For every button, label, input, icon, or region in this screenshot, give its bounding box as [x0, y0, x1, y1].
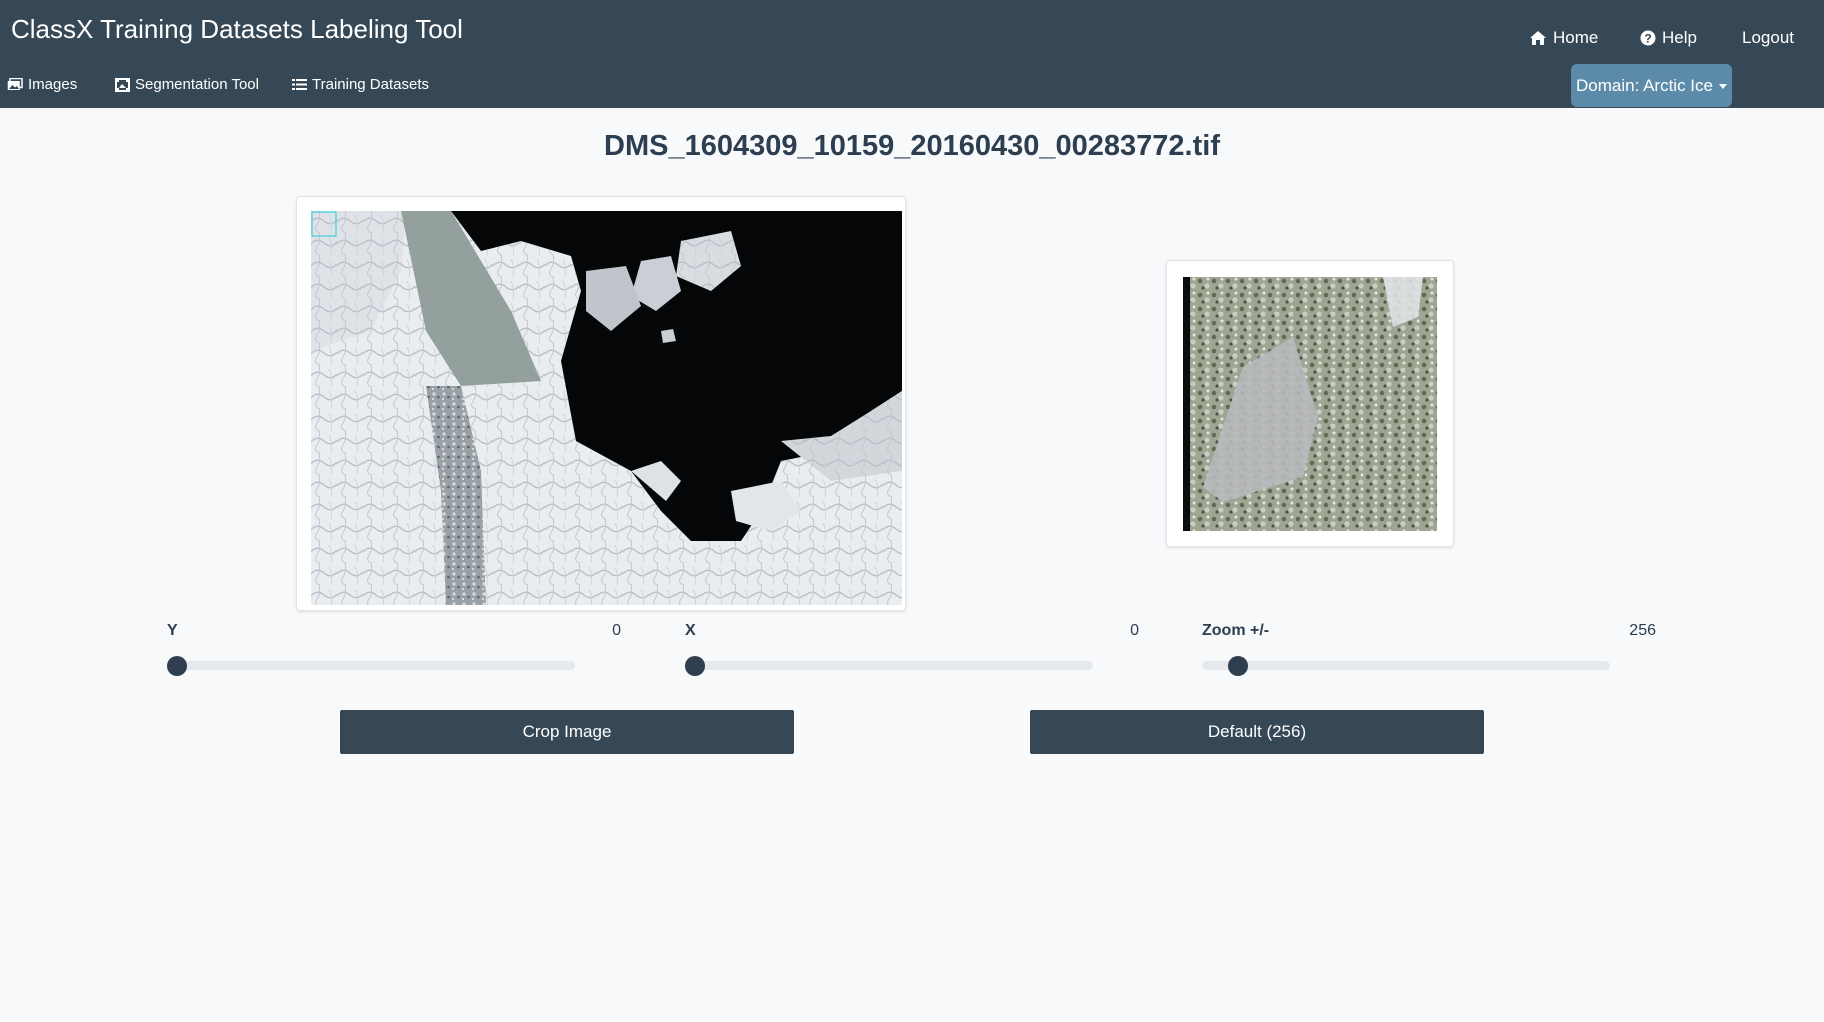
y-slider-track[interactable] — [167, 661, 575, 670]
crop-preview-image — [1183, 277, 1437, 531]
home-link[interactable]: Home — [1529, 28, 1598, 48]
svg-text:?: ? — [1644, 32, 1651, 46]
logout-link[interactable]: Logout — [1742, 28, 1794, 48]
default-zoom-button[interactable]: Default (256) — [1030, 710, 1484, 754]
source-image[interactable] — [311, 211, 902, 605]
x-slider-thumb[interactable] — [685, 656, 705, 676]
zoom-slider-thumb[interactable] — [1228, 656, 1248, 676]
home-icon — [1530, 31, 1546, 45]
zoom-slider-value: 256 — [1629, 622, 1656, 639]
app-title[interactable]: ClassX Training Datasets Labeling Tool — [11, 14, 463, 45]
help-icon: ? — [1640, 30, 1656, 46]
zoom-slider-track[interactable] — [1202, 661, 1610, 670]
nav-images[interactable]: Images — [7, 76, 77, 93]
domain-dropdown[interactable]: Domain: Arctic Ice — [1571, 64, 1732, 107]
nav-training-label: Training Datasets — [312, 76, 429, 93]
crop-image-button[interactable]: Crop Image — [340, 710, 794, 754]
crop-preview-card — [1166, 260, 1454, 547]
zoom-slider-label: Zoom +/- — [1202, 622, 1270, 639]
y-slider-value: 0 — [612, 622, 621, 639]
image-filename-title: DMS_1604309_10159_20160430_00283772.tif — [604, 130, 1220, 162]
home-label: Home — [1553, 28, 1599, 47]
x-slider-label: X — [685, 622, 696, 639]
list-icon — [292, 79, 307, 90]
y-slider-thumb[interactable] — [167, 656, 187, 676]
x-slider-value: 0 — [1130, 622, 1139, 639]
source-image-card — [296, 196, 906, 611]
help-label: Help — [1662, 28, 1697, 47]
domain-label: Domain: Arctic Ice — [1576, 75, 1713, 95]
x-slider-track[interactable] — [685, 661, 1093, 670]
help-link[interactable]: ? Help — [1640, 28, 1697, 48]
nav-segmentation-tool[interactable]: Segmentation Tool — [115, 76, 259, 93]
nav-training-datasets[interactable]: Training Datasets — [292, 76, 429, 93]
images-icon — [7, 78, 23, 90]
y-slider-label: Y — [167, 622, 178, 639]
logout-label: Logout — [1742, 28, 1794, 47]
nav-segmentation-label: Segmentation Tool — [135, 76, 259, 93]
caret-down-icon — [1719, 84, 1727, 89]
nav-images-label: Images — [28, 76, 78, 93]
top-navbar: ClassX Training Datasets Labeling Tool H… — [0, 0, 1824, 108]
crop-icon — [115, 77, 130, 92]
